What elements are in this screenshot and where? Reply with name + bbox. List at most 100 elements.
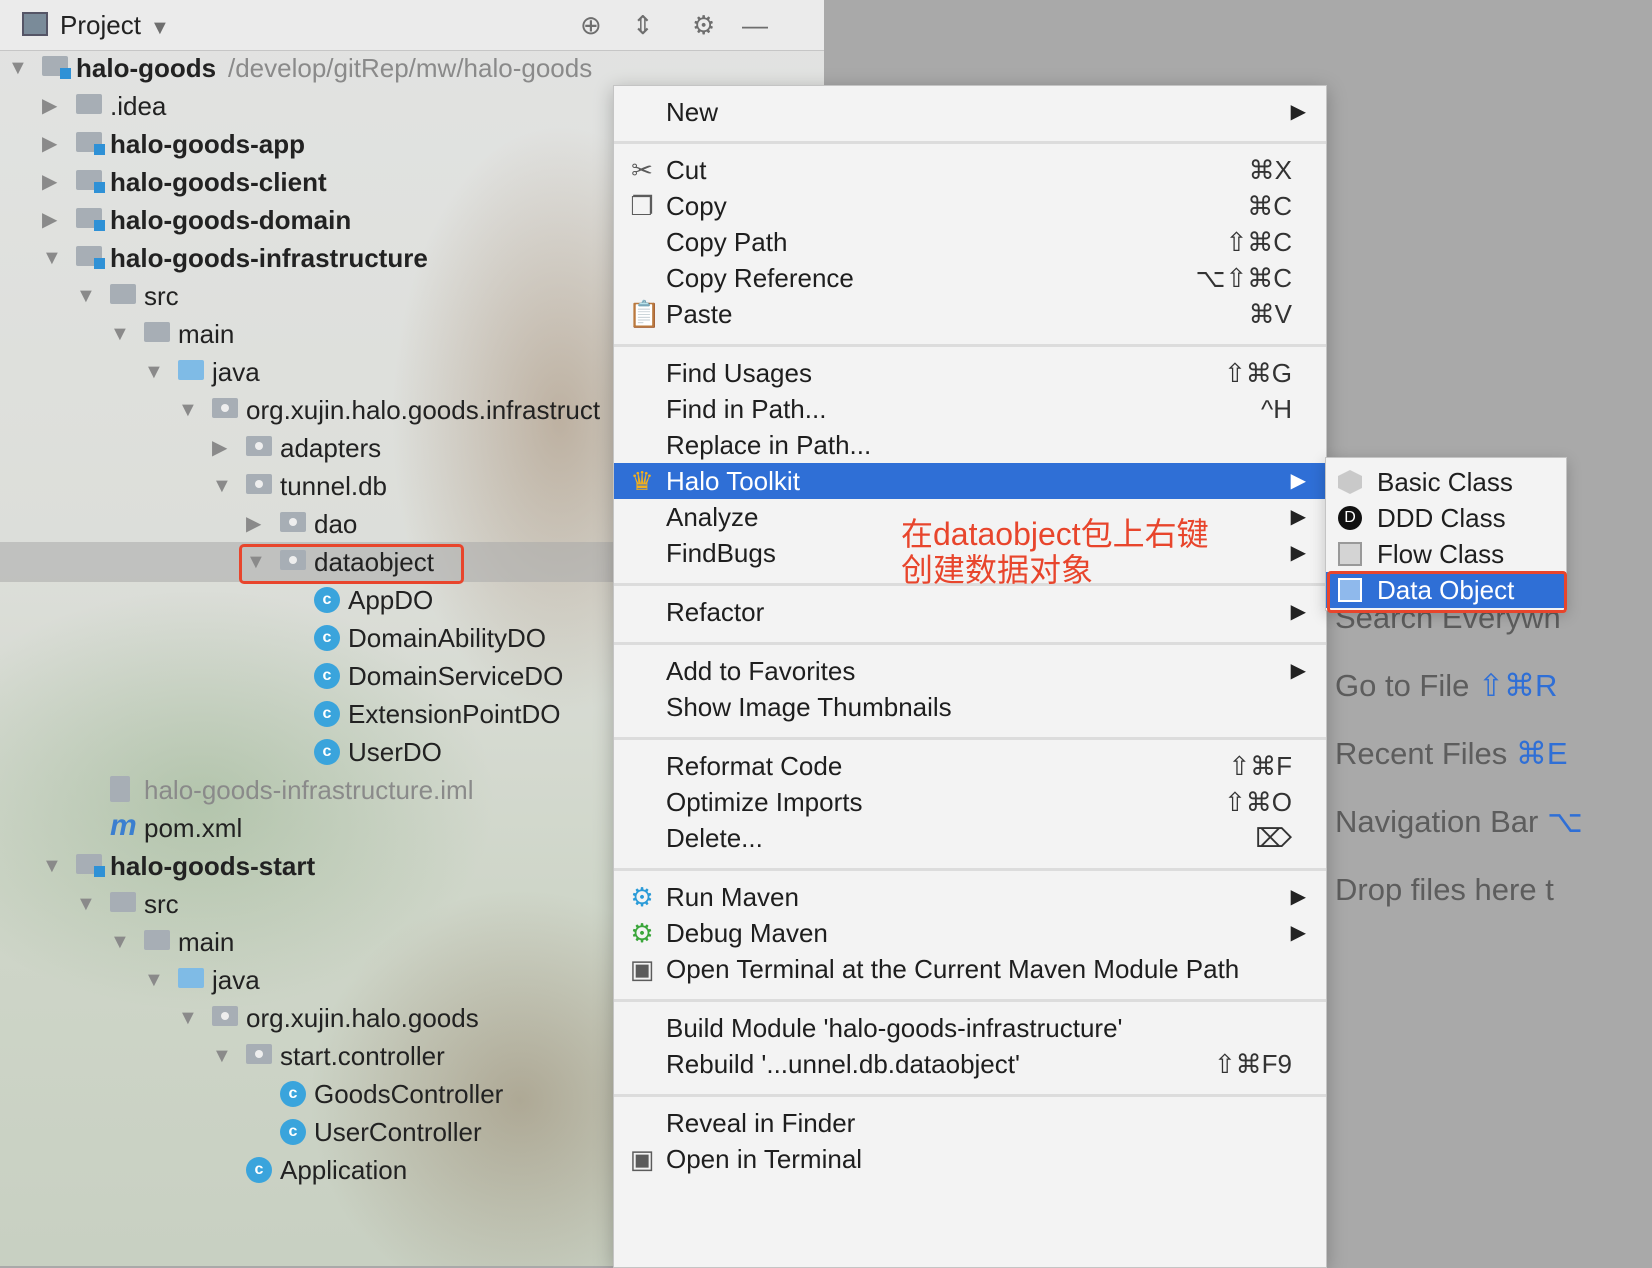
expand-arrow-icon[interactable]: ▼ <box>76 276 96 316</box>
annotation-text: 在dataobject包上右键 创建数据对象 <box>901 516 1209 588</box>
expand-arrow-icon[interactable]: ▼ <box>110 314 130 354</box>
expand-arrow-icon[interactable]: ▼ <box>144 960 164 1000</box>
menu-item-run-maven[interactable]: ⚙ Run Maven ▶ <box>614 879 1326 915</box>
menu-item-copy-path[interactable]: Copy Path ⇧⌘C <box>614 224 1326 260</box>
tree-item-label: halo-goods-domain <box>110 205 352 235</box>
menu-item-label: Paste <box>666 299 733 329</box>
package-icon <box>212 1006 238 1026</box>
tree-item-label: pom.xml <box>144 813 243 843</box>
expand-arrow-icon[interactable]: ▼ <box>42 846 62 886</box>
menu-item-reveal-in-finder[interactable]: Reveal in Finder <box>614 1105 1326 1141</box>
tree-item-label: src <box>144 889 179 919</box>
menu-item-cut[interactable]: ✂ Cut ⌘X <box>614 152 1326 188</box>
collapse-arrow-icon[interactable]: ▶ <box>246 504 261 544</box>
menu-item-halo-toolkit[interactable]: ♛ Halo Toolkit ▶ <box>614 463 1326 499</box>
menu-item-open-in-terminal[interactable]: ▣ Open in Terminal <box>614 1141 1326 1177</box>
expand-arrow-icon[interactable]: ▼ <box>212 466 232 506</box>
tree-item-label: halo-goods-client <box>110 167 327 197</box>
menu-item-paste[interactable]: 📋 Paste ⌘V <box>614 296 1326 332</box>
menu-item-label: Open Terminal at the Current Maven Modul… <box>666 954 1240 984</box>
menu-item-find-usages[interactable]: Find Usages ⇧⌘G <box>614 355 1326 391</box>
submenu-arrow-icon: ▶ <box>1290 506 1306 528</box>
submenu-arrow-icon: ▶ <box>1290 101 1306 123</box>
class-icon: c <box>314 625 340 651</box>
menu-item-copy-reference[interactable]: Copy Reference ⌥⇧⌘C <box>614 260 1326 296</box>
gear-icon[interactable]: ⚙ <box>692 12 715 38</box>
menu-item-delete[interactable]: Delete... ⌦ <box>614 820 1326 856</box>
expand-arrow-icon[interactable]: ▼ <box>42 238 62 278</box>
menu-item-new[interactable]: New ▶ <box>614 94 1326 130</box>
expand-arrow-icon[interactable]: ▼ <box>144 352 164 392</box>
submenu-item-label: Basic Class <box>1377 467 1513 497</box>
submenu-item-basic-class[interactable]: Basic Class <box>1326 464 1566 500</box>
menu-item-find-in-path[interactable]: Find in Path... ^H <box>614 391 1326 427</box>
menu-item-label: Find Usages <box>666 358 812 388</box>
terminal-icon: ▣ <box>629 954 655 984</box>
menu-item-label: Debug Maven <box>666 918 828 948</box>
folder-icon <box>144 930 170 950</box>
expand-arrow-icon[interactable]: ▼ <box>178 998 198 1038</box>
collapse-arrow-icon[interactable]: ▶ <box>42 162 57 202</box>
menu-item-debug-maven[interactable]: ⚙ Debug Maven ▶ <box>614 915 1326 951</box>
project-view-title[interactable]: Project <box>60 10 141 41</box>
tree-item-label: halo-goods-app <box>110 129 305 159</box>
collapse-arrow-icon[interactable]: ▶ <box>42 200 57 240</box>
submenu-arrow-icon: ▶ <box>1290 470 1306 492</box>
menu-item-shortcut: ⇧⌘C <box>1225 227 1292 257</box>
expand-arrow-icon[interactable]: ▼ <box>178 390 198 430</box>
tree-item-label: start.controller <box>280 1041 445 1071</box>
menu-item-label: Cut <box>666 155 707 185</box>
tree-item-label: DomainAbilityDO <box>348 623 546 653</box>
expand-arrow-icon[interactable]: ▼ <box>8 48 28 88</box>
menu-item-add-to-favorites[interactable]: Add to Favorites ▶ <box>614 653 1326 689</box>
menu-item-label: New <box>666 97 719 127</box>
tree-item-label: UserController <box>314 1117 482 1147</box>
menu-item-build-module-halo-goods-infrastructure[interactable]: Build Module 'halo-goods-infrastructure' <box>614 1010 1326 1046</box>
source-folder-icon <box>178 968 204 988</box>
class-icon: c <box>280 1081 306 1107</box>
menu-item-copy[interactable]: ❐ Copy ⌘C <box>614 188 1326 224</box>
tree-item-label: tunnel.db <box>280 471 387 501</box>
submenu-arrow-icon: ▶ <box>1290 542 1306 564</box>
menu-item-show-image-thumbnails[interactable]: Show Image Thumbnails <box>614 689 1326 725</box>
folder-icon <box>76 94 102 114</box>
expand-arrow-icon[interactable]: ▼ <box>212 1036 232 1076</box>
locate-icon[interactable]: ⊕ <box>580 12 602 38</box>
maven-icon: m <box>110 809 137 842</box>
submenu-item-flow-class[interactable]: Flow Class <box>1326 536 1566 572</box>
submenu-item-ddd-class[interactable]: D DDD Class <box>1326 500 1566 536</box>
expand-arrow-icon[interactable]: ▼ <box>110 922 130 962</box>
menu-item-label: Run Maven <box>666 882 799 912</box>
collapse-arrow-icon[interactable]: ▶ <box>212 428 227 468</box>
menu-item-label: Copy Path <box>666 227 788 257</box>
package-icon <box>280 512 306 532</box>
menu-item-open-terminal-at-the-current-maven-module-path[interactable]: ▣ Open Terminal at the Current Maven Modu… <box>614 951 1326 987</box>
collapse-all-icon[interactable]: ⇕ <box>632 12 654 38</box>
clipboard-icon: 📋 <box>628 299 661 329</box>
hint-navigation-bar: Navigation Bar ⌥ <box>1335 804 1583 839</box>
tree-item-label: dao <box>314 509 358 539</box>
menu-item-replace-in-path[interactable]: Replace in Path... <box>614 427 1326 463</box>
tree-item-label: UserDO <box>348 737 442 767</box>
minimize-icon[interactable]: — <box>742 12 768 38</box>
hint-recent-files: Recent Files ⌘E <box>1335 736 1568 771</box>
menu-item-label: Replace in Path... <box>666 430 872 460</box>
expand-arrow-icon[interactable]: ▼ <box>76 884 96 924</box>
menu-item-optimize-imports[interactable]: Optimize Imports ⇧⌘O <box>614 784 1326 820</box>
collapse-arrow-icon[interactable]: ▶ <box>42 86 57 126</box>
menu-item-label: Copy <box>666 191 727 221</box>
collapse-arrow-icon[interactable]: ▶ <box>42 124 57 164</box>
menu-item-reformat-code[interactable]: Reformat Code ⇧⌘F <box>614 748 1326 784</box>
chevron-down-icon[interactable]: ▼ <box>150 15 170 41</box>
project-view-icon <box>22 12 48 36</box>
package-icon <box>212 398 238 418</box>
hint-go-to-file: Go to File ⇧⌘R <box>1335 668 1558 703</box>
tree-row[interactable]: ▼ halo-goods/develop/gitRep/mw/halo-goods <box>0 48 824 88</box>
menu-item-refactor[interactable]: Refactor ▶ <box>614 594 1326 630</box>
menu-item-label: Optimize Imports <box>666 787 863 817</box>
menu-item-label: Refactor <box>666 597 765 627</box>
menu-item-rebuild-unnel-db-dataobject[interactable]: Rebuild '...unnel.db.dataobject' ⇧⌘F9 <box>614 1046 1326 1082</box>
terminal-icon: ▣ <box>629 1144 655 1174</box>
menu-item-shortcut: ⌘V <box>1248 299 1292 329</box>
tree-item-label: halo-goods <box>76 53 217 83</box>
